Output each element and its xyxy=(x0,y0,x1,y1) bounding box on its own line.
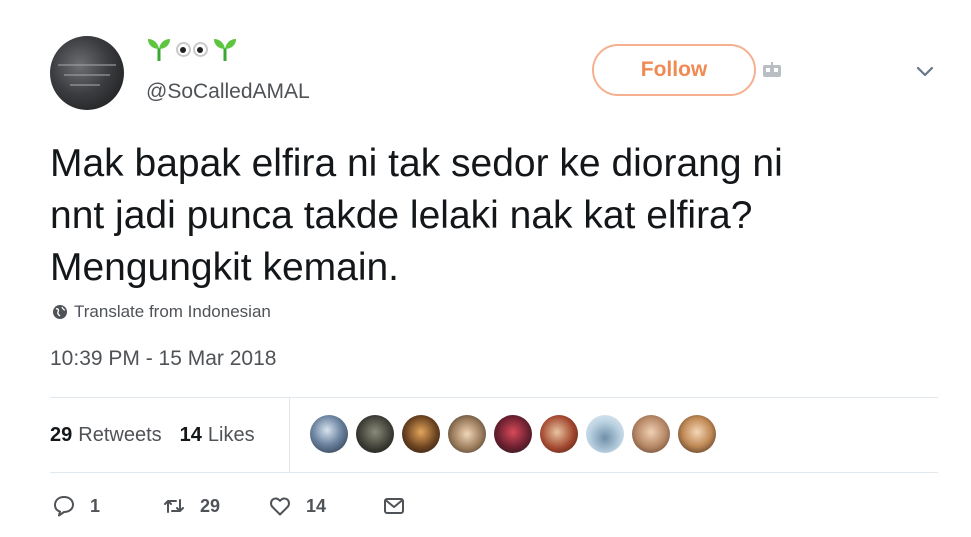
translate-label[interactable]: Translate from Indonesian xyxy=(74,302,271,322)
tweet-text-line: Mak bapak elfira ni tak sedor ke diorang… xyxy=(50,142,783,185)
heart-icon xyxy=(270,497,291,516)
globe-icon xyxy=(53,305,67,319)
tweet-text-line: Mengungkit kemain. xyxy=(50,246,400,289)
like-button[interactable]: 14 xyxy=(268,494,326,518)
reply-button[interactable]: 1 xyxy=(52,494,100,518)
retweets-label: Retweets xyxy=(78,423,162,446)
seedling-icon xyxy=(148,39,170,61)
retweet-icon xyxy=(164,499,185,513)
retweets-count: 29 xyxy=(50,423,73,446)
liker-avatar[interactable] xyxy=(310,415,348,453)
likes-label: Likes xyxy=(207,423,255,446)
eyes-icon xyxy=(176,41,208,57)
envelope-icon xyxy=(384,498,405,514)
translate-link[interactable]: Translate from Indonesian xyxy=(52,302,271,322)
liker-avatar[interactable] xyxy=(678,415,716,453)
follow-button[interactable]: Follow xyxy=(592,44,756,96)
liker-avatar[interactable] xyxy=(448,415,486,453)
likes-count: 14 xyxy=(179,423,202,446)
liker-avatar[interactable] xyxy=(586,415,624,453)
reply-icon xyxy=(54,496,74,517)
divider xyxy=(50,472,938,473)
liker-avatar[interactable] xyxy=(356,415,394,453)
tweet-stats: 29 Retweets 14 Likes xyxy=(50,398,273,472)
seedling-icon xyxy=(214,39,236,61)
liker-avatar[interactable] xyxy=(540,415,578,453)
likers-avatars xyxy=(310,415,716,453)
retweets-stat[interactable]: 29 Retweets xyxy=(50,424,162,447)
liker-avatar[interactable] xyxy=(632,415,670,453)
divider xyxy=(289,398,290,472)
chevron-down-icon[interactable] xyxy=(915,65,935,79)
tweet-text-line: nnt jadi punca takde lelaki nak kat elfi… xyxy=(50,194,753,237)
message-button[interactable] xyxy=(382,494,406,518)
user-handle[interactable]: @SoCalledAMAL xyxy=(146,80,310,104)
robot-icon xyxy=(763,62,781,77)
retweet-count: 29 xyxy=(200,495,221,516)
avatar[interactable] xyxy=(50,36,124,110)
like-count: 14 xyxy=(306,495,327,516)
liker-avatar[interactable] xyxy=(402,415,440,453)
reply-count: 1 xyxy=(90,495,101,516)
liker-avatar[interactable] xyxy=(494,415,532,453)
display-name[interactable] xyxy=(146,34,238,64)
timestamp[interactable]: 10:39 PM - 15 Mar 2018 xyxy=(50,347,276,371)
tweet-text: Mak bapak elfira ni tak sedor ke diorang… xyxy=(50,138,950,294)
retweet-button[interactable]: 29 xyxy=(162,494,220,518)
tweet-actions: 1 29 14 xyxy=(52,494,406,518)
likes-stat[interactable]: 14 Likes xyxy=(180,424,255,447)
